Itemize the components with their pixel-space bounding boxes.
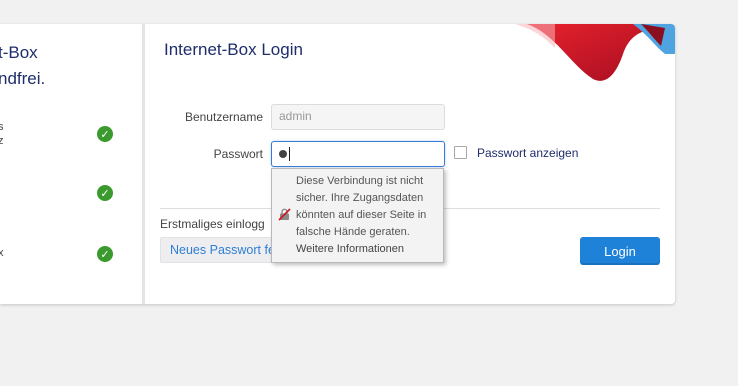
login-button[interactable]: Login — [580, 237, 660, 265]
feature-item-3-line1: x — [0, 246, 4, 260]
tooltip-line-4: falsche Hände geraten. — [296, 226, 410, 238]
tooltip-line-3: könnten auf dieser Seite in — [296, 209, 427, 221]
insecure-connection-tooltip: Diese Verbindung ist nicht sicher. Ihre … — [271, 168, 444, 263]
tooltip-line-2: sicher. Ihre Zugangsdaten — [296, 192, 424, 204]
tooltip-line-1: Diese Verbindung ist nicht — [296, 175, 424, 187]
feature-item-1-line2: z — [0, 134, 4, 148]
more-info-link[interactable]: Weitere Informationen — [296, 241, 444, 258]
check-icon: ✓ — [97, 185, 113, 201]
show-password-label[interactable]: Passwort anzeigen — [477, 146, 578, 160]
tooltip-message: Diese Verbindung ist nicht sicher. Ihre … — [296, 173, 444, 258]
password-label: Passwort — [213, 147, 263, 161]
check-icon: ✓ — [97, 126, 113, 142]
password-mask-dot — [279, 150, 287, 158]
feature-item-3-text: x — [0, 246, 4, 260]
password-field[interactable] — [271, 141, 445, 167]
feature-item-1-line1: s — [0, 120, 4, 134]
feature-heading: t-Box ndfrei. — [0, 40, 45, 92]
page-title: Internet-Box Login — [164, 40, 303, 59]
feature-heading-line1: t-Box — [0, 43, 38, 62]
feature-heading-line2: ndfrei. — [0, 69, 46, 88]
feature-item-1-text: s z — [0, 120, 4, 148]
panel-divider — [143, 24, 145, 304]
username-label: Benutzername — [184, 110, 263, 124]
text-caret — [289, 147, 290, 161]
feature-panel: t-Box ndfrei. s z ✓ ✓ x ✓ — [0, 24, 143, 304]
username-field[interactable]: admin — [271, 104, 445, 130]
insecure-lock-icon — [278, 208, 291, 221]
check-icon: ✓ — [97, 246, 113, 262]
brand-logo-swoosh — [515, 24, 675, 81]
show-password-checkbox[interactable] — [454, 146, 467, 159]
first-login-text: Erstmaliges einlogg — [160, 217, 265, 231]
